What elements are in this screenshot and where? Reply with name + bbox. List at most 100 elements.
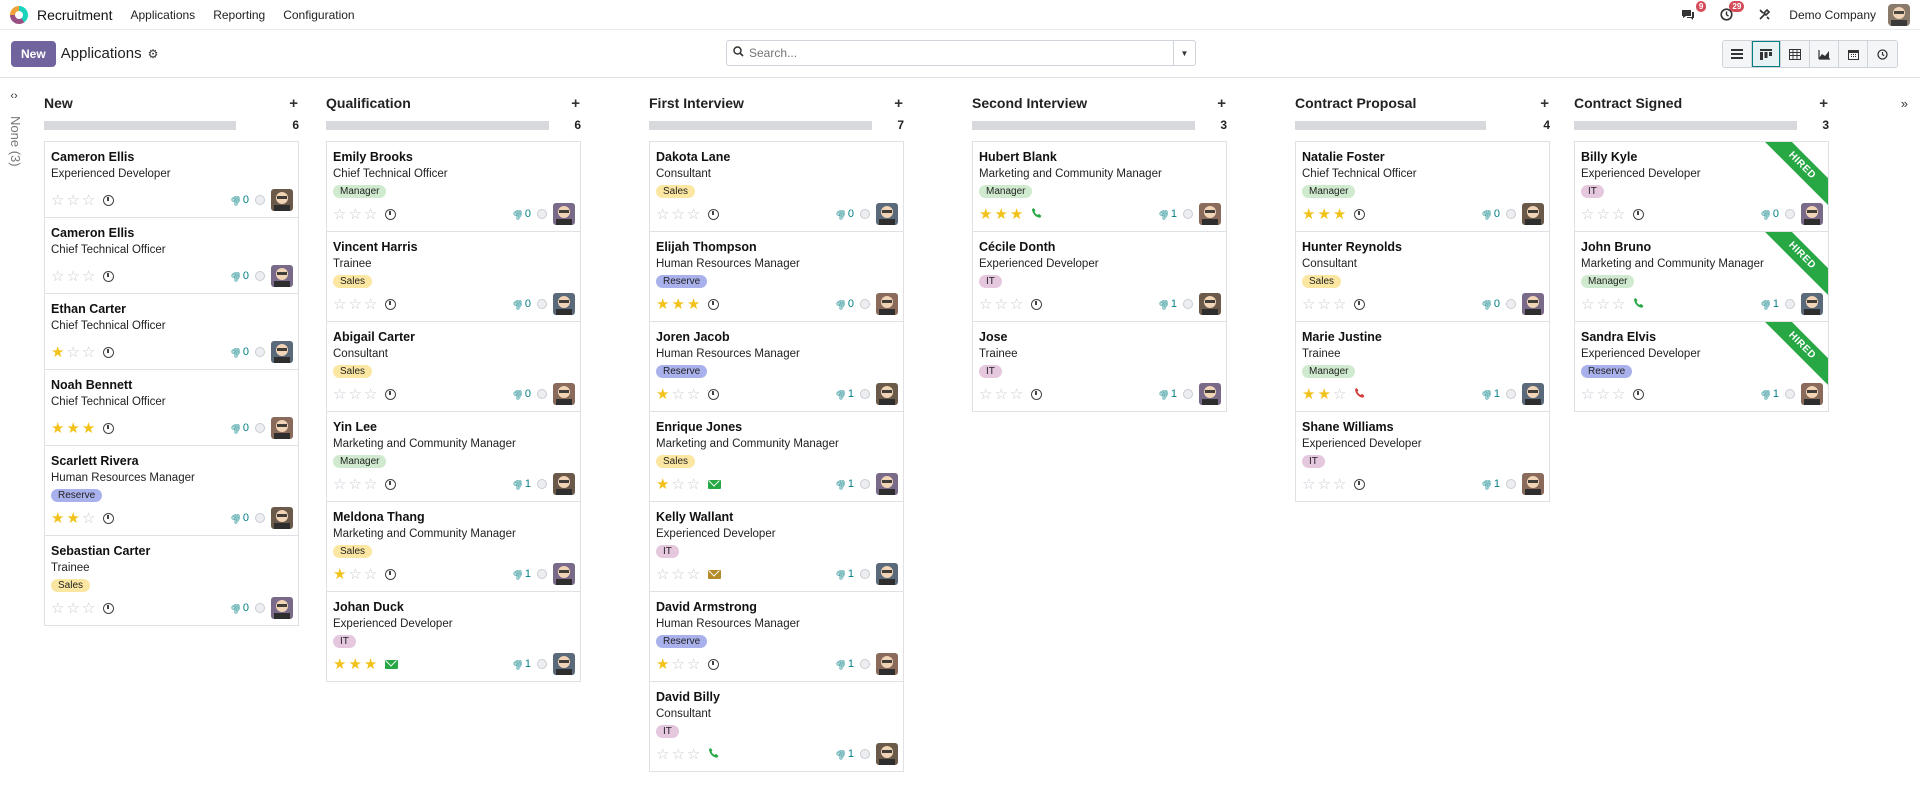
activity-indicator[interactable] [103, 512, 115, 524]
activity-indicator[interactable] [385, 208, 397, 220]
recruitment-app-icon[interactable] [10, 5, 28, 24]
column-progress-bar[interactable] [972, 120, 1195, 130]
applicant-card[interactable]: David Armstrong Human Resources Manager Re… [650, 592, 903, 682]
star-icon[interactable]: ☆ [364, 207, 377, 222]
assignee-avatar[interactable] [553, 473, 575, 495]
clock-icon[interactable] [103, 194, 115, 206]
column-title[interactable]: Contract Signed [1574, 95, 1682, 111]
activity-indicator[interactable] [708, 479, 722, 489]
search-input[interactable] [749, 46, 1173, 60]
kanban-state-dot[interactable] [1183, 389, 1193, 399]
star-icon[interactable]: ☆ [1333, 477, 1346, 492]
activity-indicator[interactable] [103, 602, 115, 614]
star-icon[interactable]: ★ [51, 421, 64, 436]
star-icon[interactable]: ☆ [348, 477, 361, 492]
kanban-state-dot[interactable] [1785, 299, 1795, 309]
star-icon[interactable]: ☆ [333, 297, 346, 312]
menu-configuration[interactable]: Configuration [283, 8, 354, 22]
assignee-avatar[interactable] [1199, 383, 1221, 405]
assignee-avatar[interactable] [1522, 203, 1544, 225]
assignee-avatar[interactable] [271, 417, 293, 439]
activity-indicator[interactable] [708, 388, 720, 400]
attachments[interactable]: 🖇 1 [834, 566, 854, 581]
applicant-card[interactable]: Cameron Ellis Experienced Developer ☆ ☆ ☆ 🖇 0 [45, 142, 298, 218]
assignee-avatar[interactable] [1801, 203, 1823, 225]
clock-icon[interactable] [1633, 208, 1645, 220]
kanban-state-dot[interactable] [1506, 389, 1516, 399]
column-title[interactable]: Contract Proposal [1295, 95, 1416, 111]
applicant-card[interactable]: Cameron Ellis Chief Technical Officer ☆ ☆ ☆ 🖇… [45, 218, 298, 294]
star-icon[interactable]: ★ [1302, 387, 1315, 402]
phone-icon[interactable] [1031, 207, 1043, 222]
activity-indicator[interactable] [1031, 388, 1043, 400]
applicant-card[interactable]: Vincent Harris Trainee Sales ☆ ☆ ☆ 🖇 0 [327, 232, 580, 322]
star-icon[interactable]: ☆ [82, 345, 95, 360]
folded-column[interactable]: ‹› None (3) [0, 90, 28, 167]
plus-icon[interactable]: + [1540, 95, 1549, 112]
applicant-card[interactable]: Billy Kyle Experienced Developer IT HIRED ☆ ☆… [1575, 142, 1828, 232]
star-icon[interactable]: ☆ [979, 297, 992, 312]
column-progress-bar[interactable] [649, 120, 872, 130]
star-icon[interactable]: ★ [82, 421, 95, 436]
star-icon[interactable]: ☆ [671, 207, 684, 222]
attachments[interactable]: 🖇 0 [229, 268, 249, 283]
star-icon[interactable]: ☆ [656, 567, 669, 582]
applicant-card[interactable]: Scarlett Rivera Human Resources Manager Re… [45, 446, 298, 536]
activity-indicator[interactable] [1633, 388, 1645, 400]
star-icon[interactable]: ☆ [51, 601, 64, 616]
assignee-avatar[interactable] [1199, 293, 1221, 315]
assignee-avatar[interactable] [553, 293, 575, 315]
attachments[interactable]: 🖇 1 [511, 656, 531, 671]
star-icon[interactable]: ☆ [1010, 297, 1023, 312]
star-icon[interactable]: ☆ [1317, 297, 1330, 312]
applicant-card[interactable]: Joren Jacob Human Resources Manager Reserv… [650, 322, 903, 412]
applicant-card[interactable]: Elijah Thompson Human Resources Manager Re… [650, 232, 903, 322]
star-icon[interactable]: ☆ [994, 297, 1007, 312]
attachments[interactable]: 🖇 1 [834, 656, 854, 671]
star-icon[interactable]: ☆ [671, 387, 684, 402]
star-icon[interactable]: ☆ [1302, 477, 1315, 492]
applicant-card[interactable]: Natalie Foster Chief Technical Officer Man… [1296, 142, 1549, 232]
kanban-state-dot[interactable] [537, 209, 547, 219]
assignee-avatar[interactable] [876, 653, 898, 675]
clock-icon[interactable] [385, 568, 397, 580]
applicant-card[interactable]: Sandra Elvis Experienced Developer Reserve… [1575, 322, 1828, 412]
attachments[interactable]: 🖇 0 [229, 510, 249, 525]
star-icon[interactable]: ☆ [656, 207, 669, 222]
activity-indicator[interactable] [385, 388, 397, 400]
star-icon[interactable]: ☆ [687, 747, 700, 762]
assignee-avatar[interactable] [1522, 473, 1544, 495]
applicant-card[interactable]: Meldona Thang Marketing and Community Man… [327, 502, 580, 592]
applicant-card[interactable]: Yin Lee Marketing and Community Manager Ma… [327, 412, 580, 502]
star-icon[interactable]: ★ [1302, 207, 1315, 222]
star-icon[interactable]: ☆ [671, 657, 684, 672]
star-icon[interactable]: ★ [671, 297, 684, 312]
kanban-state-dot[interactable] [255, 347, 265, 357]
star-icon[interactable]: ★ [51, 345, 64, 360]
phone-icon[interactable] [708, 747, 720, 762]
clock-icon[interactable] [103, 270, 115, 282]
assignee-avatar[interactable] [271, 597, 293, 619]
calendar-view-button[interactable] [1839, 41, 1868, 67]
kanban-state-dot[interactable] [255, 423, 265, 433]
star-icon[interactable]: ☆ [687, 657, 700, 672]
clock-icon[interactable] [103, 512, 115, 524]
star-icon[interactable]: ☆ [1612, 297, 1625, 312]
star-icon[interactable]: ☆ [687, 387, 700, 402]
expand-column-icon[interactable]: ‹› [0, 90, 28, 102]
star-icon[interactable]: ☆ [82, 601, 95, 616]
star-icon[interactable]: ★ [1333, 207, 1346, 222]
attachments[interactable]: 🖇 0 [511, 386, 531, 401]
applicant-card[interactable]: Noah Bennett Chief Technical Officer ★ ★ ★ 🖇 0 [45, 370, 298, 446]
app-name[interactable]: Recruitment [37, 7, 112, 23]
search-options-toggle[interactable]: ▼ [1173, 41, 1195, 65]
assignee-avatar[interactable] [876, 473, 898, 495]
applicant-card[interactable]: Kelly Wallant Experienced Developer IT ☆ ☆ ☆ 🖇… [650, 502, 903, 592]
activity-indicator[interactable] [1354, 298, 1366, 310]
assignee-avatar[interactable] [1199, 203, 1221, 225]
star-icon[interactable]: ★ [1010, 207, 1023, 222]
list-view-button[interactable] [1723, 41, 1752, 67]
attachments[interactable]: 🖇 1 [511, 566, 531, 581]
kanban-state-dot[interactable] [255, 195, 265, 205]
star-icon[interactable]: ☆ [51, 193, 64, 208]
